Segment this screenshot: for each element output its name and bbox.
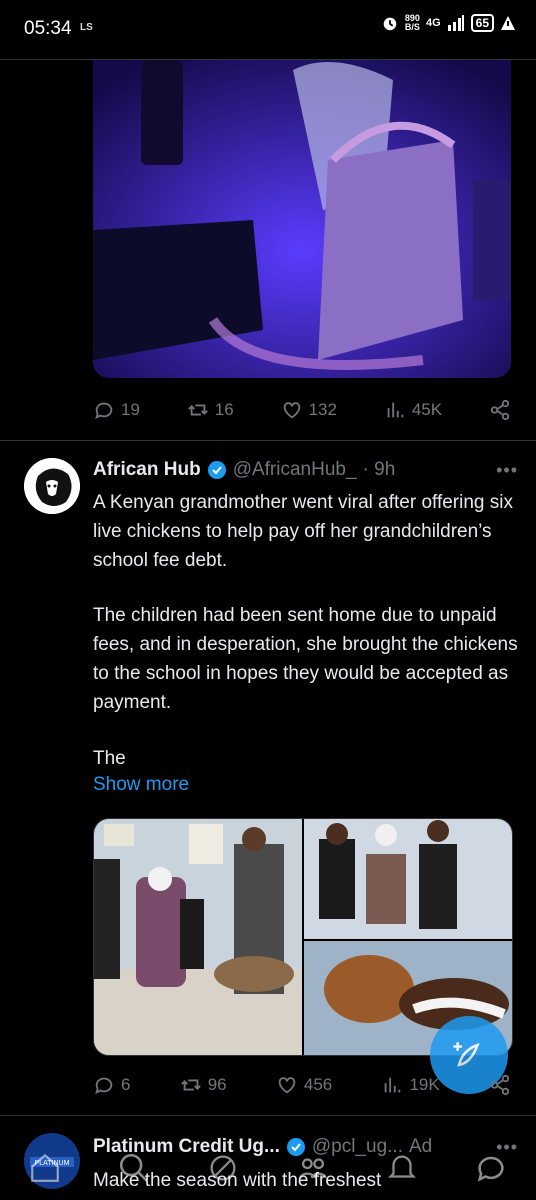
views-count: 45K (411, 400, 443, 419)
lion-logo-icon (24, 458, 80, 514)
home-icon[interactable] (28, 1151, 62, 1185)
net-type: 4G (425, 16, 441, 29)
signal-icon (447, 15, 464, 31)
reply-icon (95, 1077, 113, 1095)
repost-icon (180, 1079, 201, 1091)
tweet-text-paragraph: The (93, 748, 126, 769)
repost-icon (187, 404, 208, 416)
grok-icon[interactable] (206, 1151, 240, 1185)
tweet-actions: 6 96 456 19K (93, 1070, 511, 1100)
share-button[interactable] (489, 1074, 511, 1096)
tweet-text-paragraph: A Kenyan grandmother went viral after of… (93, 492, 513, 571)
reply-count: 19 (121, 400, 140, 419)
feather-plus-icon (453, 1042, 480, 1067)
status-bar: 05:34 LS 890 B/S 4G 65 (0, 0, 536, 60)
tweet-image[interactable] (93, 60, 511, 378)
author-handle[interactable]: @AfricanHub_ (233, 459, 357, 481)
reply-button[interactable]: 6 (93, 1074, 130, 1096)
heart-icon (283, 402, 300, 419)
views-icon (385, 1077, 401, 1093)
tweet-actions: 19 16 132 45K (93, 395, 511, 425)
messages-icon[interactable] (474, 1151, 508, 1185)
avatar[interactable] (24, 458, 80, 514)
bottom-nav (0, 1135, 536, 1200)
share-icon (490, 399, 510, 421)
like-count: 456 (303, 1075, 333, 1094)
warning-icon (501, 16, 515, 30)
net-speed: 890 B/S (404, 13, 420, 32)
status-time: 05:34 (24, 18, 72, 39)
status-icons: 890 B/S 4G 65 (381, 14, 516, 32)
school-chickens-image (94, 819, 512, 1055)
repost-count: 16 (214, 400, 234, 419)
reply-count: 6 (121, 1075, 131, 1094)
tweet-header: African Hub @AfricanHub_ · 9h ••• (93, 459, 518, 481)
heart-icon (278, 1077, 296, 1094)
verified-badge-icon (207, 461, 226, 479)
views-count: 19K (409, 1075, 440, 1094)
share-button[interactable] (489, 399, 511, 421)
views-button[interactable]: 45K (384, 399, 442, 421)
divider (0, 1115, 536, 1116)
views-button[interactable]: 19K (381, 1074, 440, 1096)
repost-count: 96 (207, 1075, 227, 1094)
reply-icon (95, 402, 113, 420)
divider (0, 440, 536, 441)
repost-button[interactable]: 96 (180, 1074, 227, 1096)
like-count: 132 (308, 400, 337, 419)
like-button[interactable]: 132 (281, 399, 337, 421)
show-more-link[interactable]: Show more (93, 774, 189, 796)
views-icon (387, 402, 404, 418)
more-options-icon[interactable]: ••• (496, 460, 518, 481)
tweet-time: · 9h (362, 459, 396, 480)
battery-indicator: 65 (470, 14, 494, 32)
like-button[interactable]: 456 (276, 1074, 332, 1096)
carrier-badge: LS (80, 22, 93, 33)
tweet-text-paragraph: The children had been sent home due to u… (93, 605, 518, 713)
notifications-icon[interactable] (385, 1151, 419, 1185)
alarm-icon (383, 17, 397, 31)
author-name[interactable]: African Hub (93, 459, 201, 481)
repost-button[interactable]: 16 (187, 399, 234, 421)
share-icon (490, 1074, 510, 1096)
nightclub-handbag-image (93, 60, 511, 378)
search-icon[interactable] (117, 1151, 151, 1185)
reply-button[interactable]: 19 (93, 399, 140, 421)
communities-icon[interactable] (296, 1151, 330, 1185)
